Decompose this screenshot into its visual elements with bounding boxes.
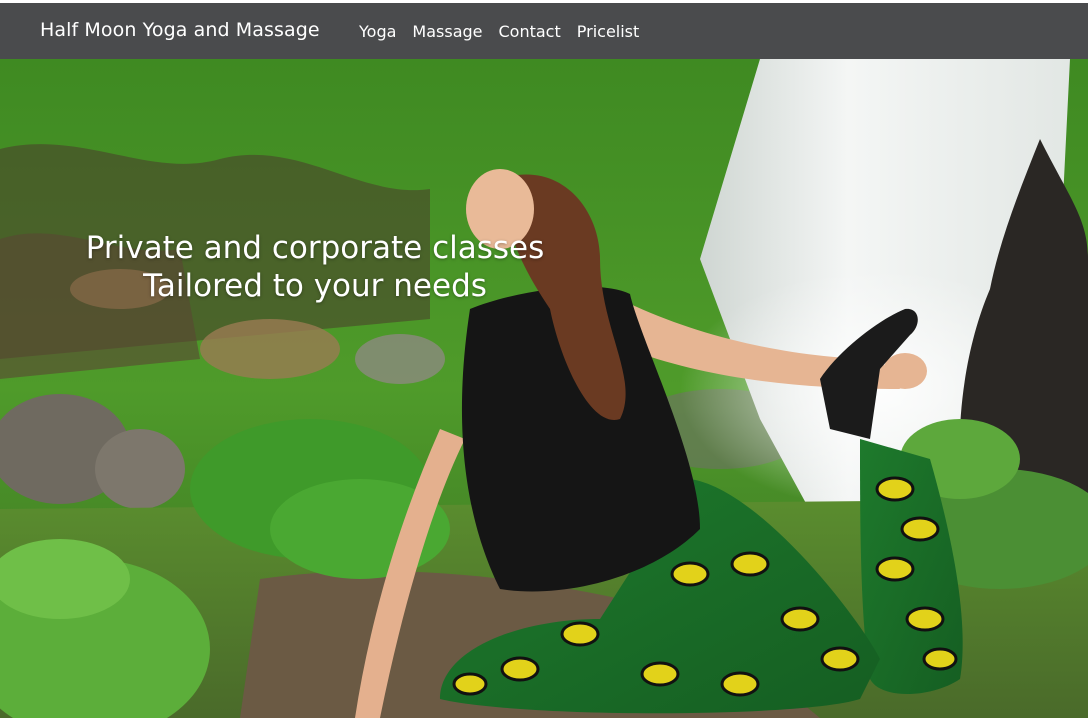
hero-section: Private and corporate classes Tailored t… — [0, 59, 1088, 718]
navbar: Half Moon Yoga and Massage Yoga Massage … — [0, 3, 1088, 59]
nav-links: Yoga Massage Contact Pricelist — [359, 22, 655, 41]
nav-link-yoga[interactable]: Yoga — [359, 22, 396, 41]
nav-link-contact[interactable]: Contact — [499, 22, 561, 41]
brand-link[interactable]: Half Moon Yoga and Massage — [40, 19, 320, 41]
nav-link-pricelist[interactable]: Pricelist — [577, 22, 640, 41]
hero-heading: Private and corporate classes Tailored t… — [40, 229, 590, 305]
hero-photo — [0, 59, 1088, 718]
nav-link-massage[interactable]: Massage — [412, 22, 482, 41]
hero-heading-line2: Tailored to your needs — [143, 268, 487, 304]
page: Half Moon Yoga and Massage Yoga Massage … — [0, 0, 1088, 718]
hero-heading-line1: Private and corporate classes — [85, 230, 545, 266]
